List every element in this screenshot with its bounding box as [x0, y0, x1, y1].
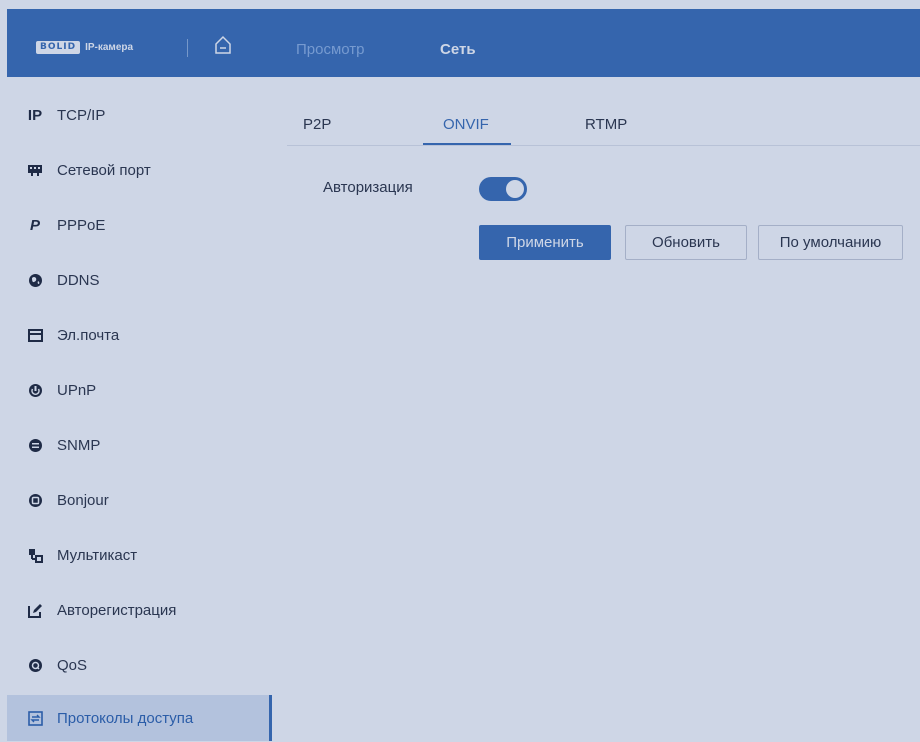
main-content: P2P ONVIF RTMP Авторизация Применить Обн… [287, 96, 920, 742]
snmp-icon [27, 437, 43, 453]
sidebar-item-label: UPnP [57, 381, 97, 399]
tab-active-underline [423, 143, 511, 145]
sidebar-item-label: QoS [57, 656, 88, 674]
tab-onvif[interactable]: ONVIF [443, 116, 489, 133]
sidebar-item-label: Сетевой порт [57, 161, 151, 179]
tab-rtmp[interactable]: RTMP [585, 116, 627, 133]
apply-button[interactable]: Применить [479, 225, 611, 260]
refresh-button[interactable]: Обновить [625, 225, 747, 260]
sidebar-item-label: Протоколы доступа [57, 709, 194, 727]
sidebar-item-ddns[interactable]: DDNS [7, 257, 272, 303]
access-protocols-icon [27, 710, 43, 726]
sidebar-item-access-protocols[interactable]: Протоколы доступа [7, 695, 272, 741]
sidebar-item-email[interactable]: Эл.почта [7, 312, 272, 358]
sidebar-item-label: PPPoE [57, 216, 106, 234]
sidebar-item-tcpip[interactable]: IP TCP/IP [7, 92, 272, 138]
multicast-icon [27, 547, 43, 563]
globe-icon [27, 272, 43, 288]
sidebar-item-pppoe[interactable]: P PPPoE [7, 202, 272, 248]
home-icon[interactable] [214, 35, 232, 55]
edit-icon [27, 602, 43, 618]
authorization-toggle[interactable] [479, 177, 527, 201]
sidebar-item-label: Авторегистрация [57, 601, 177, 619]
mail-icon [27, 327, 43, 343]
sidebar-item-snmp[interactable]: SNMP [7, 422, 272, 468]
default-button[interactable]: По умолчанию [758, 225, 903, 260]
pppoe-icon: P [29, 216, 40, 234]
sidebar-item-label: TCP/IP [57, 106, 106, 124]
sidebar-item-bonjour[interactable]: Bonjour [7, 477, 272, 523]
tab-p2p[interactable]: P2P [303, 116, 331, 133]
sidebar-item-qos[interactable]: QoS [7, 642, 272, 688]
top-bar: BOLID IP-камера Просмотр Сеть [7, 9, 920, 77]
sidebar-item-multicast[interactable]: Мультикаст [7, 532, 272, 578]
power-icon [27, 382, 43, 398]
sidebar-item-network-port[interactable]: Сетевой порт [7, 147, 272, 193]
toggle-knob [506, 180, 524, 198]
sidebar-item-autoregistration[interactable]: Авторегистрация [7, 587, 272, 633]
logo-brand: BOLID [36, 40, 81, 54]
sidebar-item-label: DDNS [57, 271, 100, 289]
sidebar: IP TCP/IP Сетевой порт P PPPoE DDNS Эл.п… [7, 77, 272, 742]
tab-bar: P2P ONVIF RTMP [287, 96, 920, 146]
active-indicator [269, 695, 272, 741]
logo-text: IP-камера [85, 41, 134, 53]
bonjour-icon [27, 492, 43, 508]
header-divider [187, 39, 188, 57]
sidebar-item-upnp[interactable]: UPnP [7, 367, 272, 413]
sidebar-item-label: SNMP [57, 436, 101, 454]
authorization-label: Авторизация [323, 179, 413, 196]
logo: BOLID IP-камера [36, 38, 133, 56]
nav-view[interactable]: Просмотр [296, 41, 365, 58]
nav-network[interactable]: Сеть [440, 41, 476, 58]
sidebar-item-label: Эл.почта [57, 326, 120, 344]
qos-icon [27, 657, 43, 673]
sidebar-item-label: Мультикаст [57, 546, 138, 564]
ip-icon: IP [27, 106, 43, 124]
sidebar-item-label: Bonjour [57, 491, 109, 509]
network-port-icon [27, 162, 43, 178]
